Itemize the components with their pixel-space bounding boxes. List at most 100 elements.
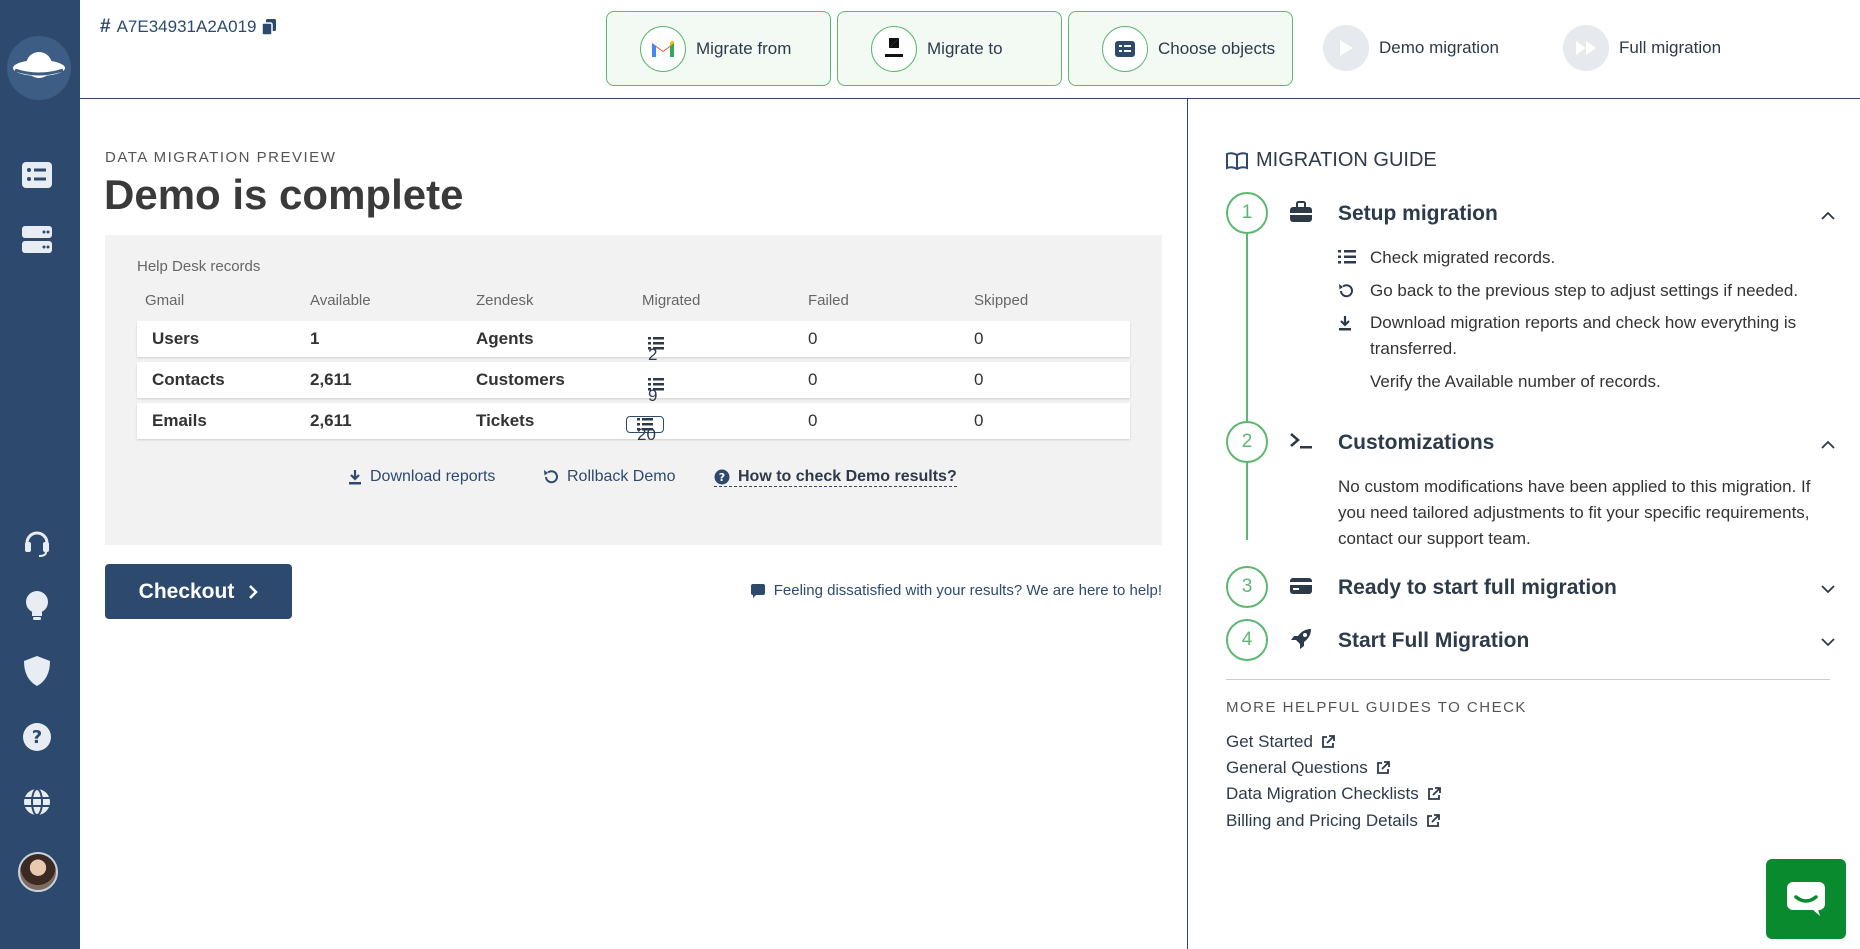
help-note-label: Feeling dissatisfied with your results? … [773, 582, 1162, 599]
comment-icon [750, 583, 765, 598]
row-available: 1 [310, 329, 320, 348]
row-available: 2,611 [310, 411, 352, 430]
section-title-setup[interactable]: Setup migration [1338, 202, 1498, 226]
timeline-line [1246, 233, 1248, 540]
col-gmail: Gmail [145, 292, 185, 309]
help-note-link[interactable]: Feeling dissatisfied with your results? … [750, 582, 1162, 599]
chevron-down-icon[interactable] [1818, 632, 1838, 652]
step-label: Choose objects [1158, 38, 1276, 58]
undo-icon [544, 470, 558, 484]
guide-title: MIGRATION GUIDE [1226, 149, 1437, 172]
guide-link-label: Billing and Pricing Details [1226, 811, 1418, 830]
guide-link-label: General Questions [1226, 758, 1368, 777]
download-icon [349, 470, 361, 485]
lightbulb-icon[interactable] [20, 589, 54, 623]
guide-title-text: MIGRATION GUIDE [1256, 149, 1437, 171]
left-sidebar: ? [0, 0, 80, 949]
step-label: Demo migration [1379, 38, 1499, 57]
row-skipped: 0 [974, 411, 984, 430]
shield-icon[interactable] [20, 654, 54, 688]
guide-link-billing[interactable]: Billing and Pricing Details [1226, 811, 1440, 831]
table-row: Emails 2,611 Tickets 20 0 0 [137, 403, 1130, 444]
checkout-button[interactable]: Checkout [105, 564, 292, 619]
rollback-demo-label: Rollback Demo [567, 468, 676, 485]
guide-link-general-questions[interactable]: General Questions [1226, 758, 1390, 778]
guide-link-checklists[interactable]: Data Migration Checklists [1226, 784, 1441, 804]
setup-item: Go back to the previous step to adjust s… [1338, 278, 1818, 304]
records-panel: Help Desk records Gmail Available Zendes… [105, 235, 1162, 545]
guide-link-label: Get Started [1226, 732, 1313, 751]
guide-link-get-started[interactable]: Get Started [1226, 732, 1335, 752]
chat-bubble-icon [1787, 882, 1825, 916]
migration-id: # A7E34931A2A019 [100, 16, 277, 38]
step-migrate-from[interactable]: Migrate from [606, 11, 831, 86]
checkout-label: Checkout [138, 579, 235, 603]
step-number: 1 [1226, 192, 1268, 234]
section-title-start-full[interactable]: Start Full Migration [1338, 629, 1529, 653]
how-to-check-label: How to check Demo results? [738, 468, 957, 485]
globe-icon[interactable] [20, 785, 54, 819]
copy-icon[interactable] [262, 19, 277, 35]
chevron-down-icon[interactable] [1818, 579, 1838, 599]
chevron-right-icon [249, 584, 259, 599]
table-row: Users 1 Agents 2 0 0 [137, 321, 1130, 364]
checklist-card-icon [1102, 25, 1148, 72]
step-number: 2 [1226, 421, 1268, 463]
chat-widget-button[interactable] [1766, 859, 1846, 939]
database-icon[interactable] [20, 223, 54, 257]
step-full-migration[interactable]: Full migration [1563, 24, 1721, 72]
row-failed: 0 [808, 411, 818, 430]
svg-text:?: ? [32, 727, 42, 748]
how-to-check-link[interactable]: ? How to check Demo results? [714, 468, 957, 487]
setup-item: Verify the Available number of records. [1338, 369, 1818, 395]
undo-icon [1339, 284, 1353, 298]
row-target: Tickets [476, 411, 535, 430]
step-choose-objects[interactable]: Choose objects [1068, 11, 1293, 86]
question-circle-icon: ? [714, 469, 730, 485]
step-label: Migrate to [927, 38, 1003, 58]
panel-caption: Help Desk records [137, 258, 261, 275]
row-source: Users [152, 329, 200, 348]
row-skipped: 0 [974, 329, 984, 348]
divider [1226, 679, 1830, 680]
chevron-up-icon[interactable] [1818, 205, 1838, 225]
setup-item-text: Verify the Available number of records. [1370, 372, 1661, 391]
row-failed: 0 [808, 370, 818, 389]
fast-forward-icon [1563, 25, 1609, 71]
row-skipped: 0 [974, 370, 984, 389]
svg-text:?: ? [719, 471, 725, 484]
question-circle-icon[interactable]: ? [20, 720, 54, 754]
step-migrate-to[interactable]: Migrate to [837, 11, 1062, 86]
col-zendesk: Zendesk [476, 292, 534, 309]
migration-id-text: A7E34931A2A019 [116, 17, 257, 36]
list-icon [1338, 250, 1356, 264]
setup-item-text: Download migration reports and check how… [1370, 313, 1797, 358]
row-source: Contacts [152, 370, 225, 389]
app-logo-icon[interactable] [7, 36, 71, 100]
row-failed: 0 [808, 329, 818, 348]
section-title-ready[interactable]: Ready to start full migration [1338, 576, 1617, 600]
migration-guide-panel: MIGRATION GUIDE 1 Setup migration Check … [1187, 99, 1860, 949]
step-label: Full migration [1619, 38, 1722, 57]
toolbox-icon [1288, 199, 1314, 225]
setup-item-text: Check migrated records. [1370, 248, 1556, 267]
main-content: DATA MIGRATION PREVIEW Demo is complete … [80, 99, 1187, 949]
section-title-customizations[interactable]: Customizations [1338, 431, 1494, 455]
step-number: 4 [1226, 619, 1268, 661]
rollback-demo-button[interactable]: Rollback Demo [543, 468, 675, 486]
row-target: Customers [476, 370, 565, 389]
step-demo-migration[interactable]: Demo migration [1323, 24, 1499, 72]
user-avatar[interactable] [18, 852, 58, 892]
row-source: Emails [152, 411, 207, 430]
list-icon[interactable] [20, 158, 54, 192]
rocket-icon [1288, 626, 1314, 652]
terminal-icon [1288, 428, 1314, 454]
customizations-text: No custom modifications have been applie… [1338, 477, 1811, 548]
row-available: 2,611 [310, 370, 352, 389]
chevron-up-icon[interactable] [1818, 434, 1838, 454]
download-reports-button[interactable]: Download reports [348, 468, 495, 486]
headset-icon[interactable] [20, 525, 54, 559]
step-label: Migrate from [696, 38, 792, 58]
external-link-icon [1427, 787, 1441, 800]
step-number: 3 [1226, 566, 1268, 608]
